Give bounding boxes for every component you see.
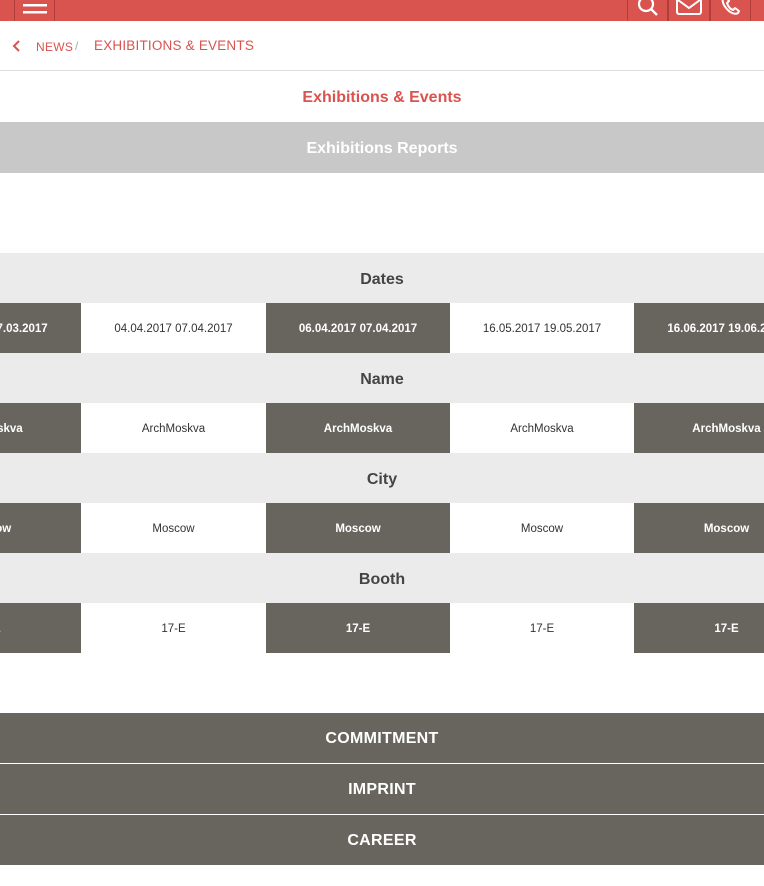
table-cell: ArchMoskva	[450, 403, 634, 453]
mail-icon	[676, 0, 702, 15]
phone-icon	[721, 0, 740, 15]
city-row[interactable]: Moscow Moscow Moscow Moscow Moscow	[0, 503, 764, 553]
table-cell: 06.04.2017 07.04.2017	[266, 303, 450, 353]
breadcrumb-current: EXHIBITIONS & EVENTS	[94, 38, 255, 53]
table-cell: ArchMoskva	[634, 403, 764, 453]
table-cell: 04.04.2017 07.04.2017	[81, 303, 266, 353]
search-button[interactable]	[627, 0, 668, 21]
table-cell: Moscow	[266, 503, 450, 553]
exhibitions-reports-tab[interactable]: Exhibitions Reports	[0, 122, 764, 173]
top-header-bar	[0, 0, 764, 21]
table-cell: 17-E	[0, 603, 81, 653]
table-cell: ArchMoskva	[81, 403, 266, 453]
table-cell: Moscow	[81, 503, 266, 553]
city-header: City	[0, 453, 764, 503]
menu-button[interactable]	[14, 0, 55, 21]
breadcrumb: NEWS / EXHIBITIONS & EVENTS	[0, 21, 764, 71]
dates-header: Dates	[0, 253, 764, 303]
phone-button[interactable]	[710, 0, 751, 21]
commitment-link[interactable]: COMMITMENT	[0, 713, 764, 763]
imprint-link[interactable]: IMPRINT	[0, 764, 764, 814]
table-cell: 16.05.2017 19.05.2017	[450, 303, 634, 353]
chevron-left-icon[interactable]	[10, 38, 24, 54]
name-header: Name	[0, 353, 764, 403]
breadcrumb-separator: /	[75, 39, 79, 53]
booth-row[interactable]: 17-E 17-E 17-E 17-E 17-E	[0, 603, 764, 653]
mail-button[interactable]	[668, 0, 710, 21]
dates-row[interactable]: 13.03.2017 17.03.2017 04.04.2017 07.04.2…	[0, 303, 764, 353]
search-icon	[637, 0, 658, 16]
table-cell: Moscow	[0, 503, 81, 553]
career-link[interactable]: CAREER	[0, 815, 764, 865]
booth-header: Booth	[0, 553, 764, 603]
breadcrumb-news-link[interactable]: NEWS	[36, 40, 73, 54]
table-cell: ArchMoskva	[0, 403, 81, 453]
table-cell: 17-E	[81, 603, 266, 653]
name-row[interactable]: ArchMoskva ArchMoskva ArchMoskva ArchMos…	[0, 403, 764, 453]
table-cell: ArchMoskva	[266, 403, 450, 453]
events-table: Dates 13.03.2017 17.03.2017 04.04.2017 0…	[0, 253, 764, 653]
table-cell: Moscow	[634, 503, 764, 553]
menu-icon	[22, 4, 47, 14]
table-cell: 17-E	[266, 603, 450, 653]
table-cell: 13.03.2017 17.03.2017	[0, 303, 81, 353]
page-title: Exhibitions & Events	[302, 89, 462, 106]
table-cell: Moscow	[450, 503, 634, 553]
table-cell: 17-E	[450, 603, 634, 653]
table-cell: 16.06.2017 19.06.2017	[634, 303, 764, 353]
table-cell: 17-E	[634, 603, 764, 653]
